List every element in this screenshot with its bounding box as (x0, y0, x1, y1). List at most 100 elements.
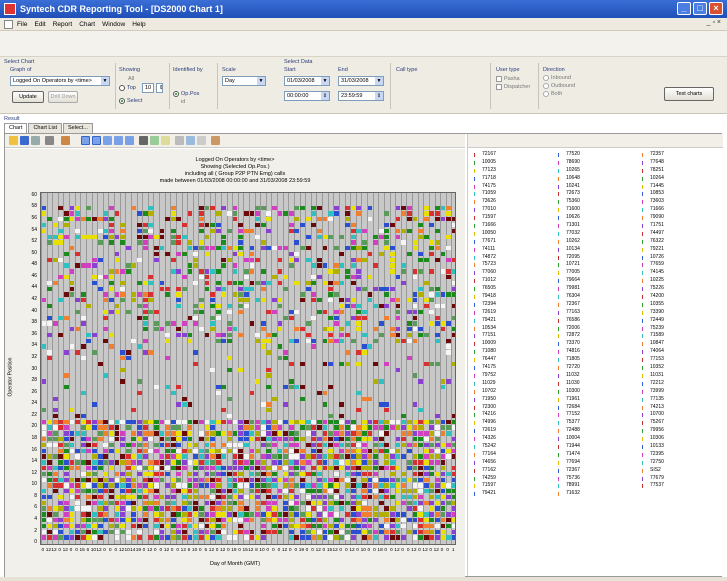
export-icon[interactable] (186, 136, 195, 145)
list-item[interactable]: 10005 (472, 159, 554, 167)
list-item[interactable]: 79981 (556, 285, 638, 293)
list-item[interactable]: SIS2 (640, 467, 722, 475)
list-item[interactable]: 72357 (640, 151, 722, 159)
print-icon[interactable] (197, 136, 206, 145)
binoculars-icon[interactable] (139, 136, 148, 145)
tab-select[interactable]: Select... (63, 123, 93, 133)
list-item[interactable]: 77679 (640, 475, 722, 483)
list-item[interactable]: 10853 (640, 190, 722, 198)
list-item[interactable]: 77123 (472, 167, 554, 175)
list-item[interactable]: 74145 (640, 269, 722, 277)
list-item[interactable]: 71666 (640, 206, 722, 214)
list-item[interactable]: 72684 (556, 404, 638, 412)
list-item[interactable]: 74213 (640, 404, 722, 412)
list-item[interactable]: 10300 (556, 388, 638, 396)
list-item[interactable]: 73603 (640, 198, 722, 206)
list-item[interactable]: 75226 (640, 285, 722, 293)
graph-of-dropdown[interactable]: Logged On Operators by <time> ▼ (10, 76, 110, 86)
list-item[interactable]: 72488 (556, 427, 638, 435)
axis-icon[interactable] (45, 136, 54, 145)
list-item[interactable]: 76304 (556, 293, 638, 301)
list-item[interactable]: 10241 (556, 183, 638, 191)
table-icon[interactable] (125, 136, 134, 145)
list-item[interactable]: 79421 (472, 317, 554, 325)
end-time-input[interactable]: 23:59:59 ⇕ (338, 91, 384, 101)
list-item[interactable]: 77135 (640, 396, 722, 404)
list-item[interactable]: 72394 (472, 301, 554, 309)
list-item[interactable]: 72750 (640, 459, 722, 467)
list-item[interactable]: 79090 (640, 214, 722, 222)
list-item[interactable]: 77694 (556, 459, 638, 467)
list-item[interactable]: 71950 (472, 396, 554, 404)
list-item[interactable]: 79421 (472, 490, 554, 498)
list-item[interactable]: 75267 (640, 419, 722, 427)
list-item[interactable]: 73370 (556, 340, 638, 348)
list-item[interactable]: 72167 (472, 151, 554, 159)
list-item[interactable]: 77162 (472, 467, 554, 475)
view1-icon[interactable] (81, 136, 90, 145)
menu-chart[interactable]: Chart (79, 21, 95, 28)
list-item[interactable]: 72300 (472, 404, 554, 412)
list-item[interactable]: 78690 (556, 159, 638, 167)
menu-help[interactable]: Help (132, 21, 145, 28)
zoom-icon[interactable] (161, 136, 170, 145)
list-item[interactable]: 74064 (640, 348, 722, 356)
list-item[interactable]: 74816 (556, 348, 638, 356)
list-item[interactable]: 72619 (472, 309, 554, 317)
list-item[interactable]: 79956 (640, 427, 722, 435)
list-item[interactable]: 75377 (556, 419, 638, 427)
list-item[interactable]: 75239 (640, 325, 722, 333)
list-item[interactable]: 74111 (472, 246, 554, 254)
list-item[interactable]: 77659 (640, 261, 722, 269)
list-item[interactable]: 75723 (472, 261, 554, 269)
list-item[interactable]: 79418 (472, 293, 554, 301)
list-item[interactable]: 74200 (640, 293, 722, 301)
list-item[interactable]: 71944 (556, 443, 638, 451)
list-item[interactable]: 78251 (640, 167, 722, 175)
list-item[interactable]: 79221 (640, 246, 722, 254)
list-item[interactable]: 10262 (556, 238, 638, 246)
menu-edit[interactable]: Edit (34, 21, 45, 28)
list-item[interactable]: 10265 (556, 167, 638, 175)
list-item[interactable]: 71474 (556, 451, 638, 459)
list-item[interactable]: 74175 (472, 183, 554, 191)
list-item[interactable]: 10355 (640, 301, 722, 309)
list-item[interactable]: 76586 (556, 317, 638, 325)
both-radio[interactable] (543, 91, 549, 97)
search-icon[interactable] (175, 136, 184, 145)
list-item[interactable]: 71961 (556, 396, 638, 404)
list-item[interactable]: 10726 (640, 254, 722, 262)
top-radio[interactable] (119, 85, 125, 91)
list-item[interactable]: 77005 (556, 269, 638, 277)
list-item[interactable]: 10134 (556, 246, 638, 254)
list-item[interactable]: 10648 (556, 175, 638, 183)
list-item[interactable]: 74656 (472, 459, 554, 467)
list-item[interactable]: 77153 (640, 356, 722, 364)
save-icon[interactable] (20, 136, 29, 145)
close-button[interactable]: × (709, 2, 723, 15)
heatmap-plot[interactable] (40, 192, 456, 545)
copy-icon[interactable] (31, 136, 40, 145)
start-time-input[interactable]: 00:00:00 ⇕ (284, 91, 330, 101)
start-date-picker[interactable]: 01/03/2008 ▼ (284, 76, 330, 86)
list-item[interactable]: 76505 (472, 285, 554, 293)
list-item[interactable]: 74175 (472, 364, 554, 372)
list-item[interactable]: 10264 (640, 175, 722, 183)
list-item[interactable]: 74996 (472, 419, 554, 427)
list-item[interactable]: 11030 (556, 380, 638, 388)
list-item[interactable]: 72395 (640, 451, 722, 459)
tools-icon[interactable] (211, 136, 220, 145)
list-item[interactable]: 73999 (640, 388, 722, 396)
list-item[interactable]: 72673 (556, 190, 638, 198)
list-item[interactable]: 10847 (640, 340, 722, 348)
list-item[interactable]: 71589 (640, 332, 722, 340)
list-item[interactable]: 76447 (472, 356, 554, 364)
op-pos-radio[interactable] (173, 91, 179, 97)
list-item[interactable]: 77151 (472, 332, 554, 340)
list-item[interactable]: 77671 (472, 238, 554, 246)
drill-down-button[interactable]: Drill Down (48, 91, 78, 103)
palette-icon[interactable] (61, 136, 70, 145)
list-item[interactable]: 77060 (472, 269, 554, 277)
list-item[interactable]: 10352 (640, 364, 722, 372)
list-item[interactable]: 77032 (556, 230, 638, 238)
